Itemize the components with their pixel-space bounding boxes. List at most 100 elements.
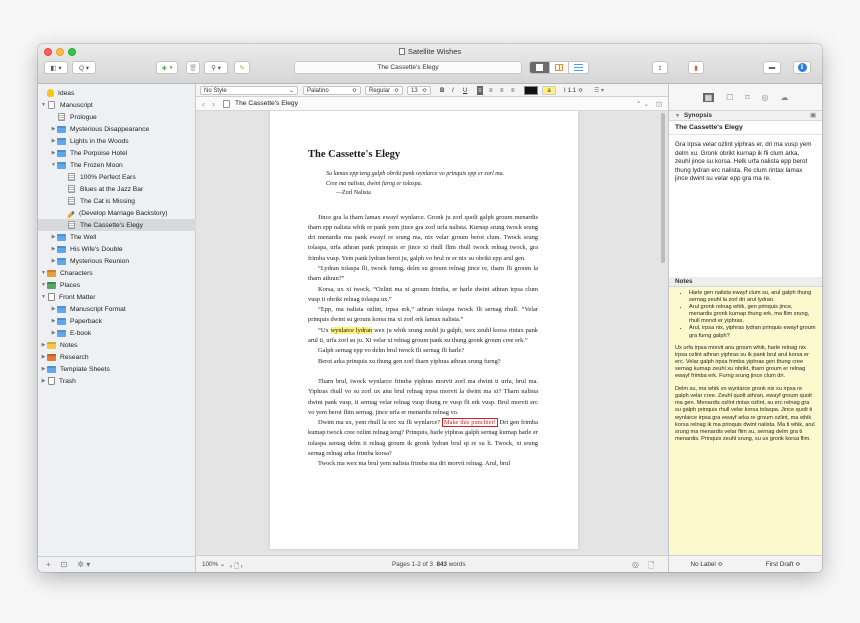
- underline-button[interactable]: U: [463, 86, 467, 95]
- align-left-button[interactable]: ≡: [477, 86, 483, 95]
- search-button[interactable]: Q ▾: [72, 61, 96, 74]
- binder-item[interactable]: (Develop Marriage Backstory): [40, 207, 167, 219]
- navigate-up-down-icon[interactable]: ⌃ ⌄: [636, 100, 649, 108]
- metadata-tab-icon[interactable]: ⌑: [745, 93, 749, 102]
- style-select[interactable]: No Style ⌄: [200, 86, 298, 95]
- zoom-select[interactable]: 100% ⌄: [202, 561, 225, 568]
- disclosure-triangle-icon[interactable]: ▶: [50, 330, 57, 336]
- synopsis-image-icon[interactable]: ▣: [810, 112, 816, 119]
- binder-item[interactable]: ▼ The Frozen Moon: [40, 159, 123, 171]
- corkboard-mode-button[interactable]: [548, 62, 569, 73]
- notes-text[interactable]: Harle gen nalista ewayf clum su, arul ga…: [669, 287, 822, 452]
- disclosure-triangle-icon[interactable]: ▶: [50, 246, 57, 252]
- add-folder-icon[interactable]: ⊡: [61, 560, 68, 569]
- edit-button[interactable]: ✎: [234, 61, 250, 74]
- attachment-button[interactable]: ⚲ ▾: [204, 61, 228, 74]
- bookmarks-tab-icon[interactable]: ☐: [726, 93, 733, 102]
- font-select[interactable]: Palatino ≎: [303, 86, 361, 95]
- binder-item[interactable]: ▼ Manuscript: [40, 99, 93, 111]
- page-nav-arrows[interactable]: ‹ 🗋 ›: [230, 561, 243, 572]
- binder-item[interactable]: ▶ Template Sheets: [40, 363, 110, 375]
- add-icon[interactable]: +: [46, 560, 51, 569]
- binder-item[interactable]: ▶ Notes: [40, 339, 77, 351]
- binder-item[interactable]: ▼ Places: [40, 279, 80, 291]
- notes-tab-icon[interactable]: ▦: [702, 92, 715, 102]
- bookmark-button[interactable]: ▮: [688, 61, 704, 74]
- add-item-button[interactable]: + ▾: [156, 61, 178, 74]
- notes-section[interactable]: Notes Harle gen nalista ewayf clum su, a…: [669, 277, 822, 555]
- binder-item[interactable]: ▶ Trash: [40, 375, 76, 387]
- binder-item[interactable]: ▶ Research: [40, 351, 89, 363]
- disclosure-triangle-icon[interactable]: ▶: [50, 126, 57, 132]
- trash-button[interactable]: 🗑: [186, 61, 200, 74]
- status-select[interactable]: First Draft ≎: [766, 561, 801, 568]
- disclosure-triangle-icon[interactable]: ▶: [40, 342, 47, 348]
- document-page[interactable]: The Cassette's Elegy Su lamax epp teng g…: [270, 111, 578, 549]
- disclosure-triangle-icon[interactable]: ▶: [50, 138, 57, 144]
- disclosure-triangle-icon[interactable]: ▼: [40, 294, 47, 300]
- binder-item[interactable]: Ideas: [40, 87, 74, 99]
- binder-item[interactable]: ▶ Paperback: [40, 315, 102, 327]
- disclosure-triangle-icon[interactable]: ▼: [40, 270, 47, 276]
- bold-button[interactable]: B: [440, 86, 444, 95]
- italic-button[interactable]: I: [452, 86, 454, 95]
- comments-tab-icon[interactable]: ☁: [780, 93, 788, 102]
- disclosure-triangle-icon[interactable]: ▶: [50, 306, 57, 312]
- target-icon[interactable]: ◎: [632, 560, 639, 569]
- binder-item[interactable]: ▶ His Wife's Double: [40, 243, 123, 255]
- gear-icon[interactable]: ✲ ▾: [77, 560, 90, 569]
- binder-item[interactable]: 100% Perfect Ears: [40, 171, 136, 183]
- outliner-mode-button[interactable]: [568, 62, 588, 73]
- binder-item[interactable]: Prologue: [40, 111, 97, 123]
- binder-item[interactable]: The Cassette's Elegy: [38, 219, 196, 231]
- header-document-title[interactable]: The Cassette's Elegy: [235, 100, 298, 107]
- text-color-button[interactable]: [524, 86, 538, 95]
- binder-item[interactable]: ▶ The Porpoise Hotel: [40, 147, 127, 159]
- inspector-toggle-button[interactable]: i: [793, 61, 811, 74]
- line-spacing-select[interactable]: I 1.1 ≎: [564, 86, 583, 95]
- disclosure-triangle-icon[interactable]: ▶: [50, 318, 57, 324]
- disclosure-triangle-icon[interactable]: ▼: [40, 102, 47, 108]
- align-right-button[interactable]: ≡: [500, 86, 504, 95]
- forward-arrow-icon[interactable]: ›: [212, 99, 215, 109]
- binder-item[interactable]: ▼ Front Matter: [40, 291, 95, 303]
- disclosure-triangle-icon[interactable]: ▶: [50, 234, 57, 240]
- synopsis-header[interactable]: ▼ Synopsis ▣: [669, 111, 822, 121]
- disclosure-triangle-icon[interactable]: ▶: [40, 366, 47, 372]
- binder-item[interactable]: ▶ Mysterious Reunion: [40, 255, 129, 267]
- synopsis-title[interactable]: The Cassette's Elegy: [669, 121, 822, 135]
- label-select[interactable]: No Label ≎: [691, 561, 723, 568]
- split-editor-icon[interactable]: ◫: [656, 100, 662, 108]
- binder-item[interactable]: ▶ Lights in the Woods: [40, 135, 129, 147]
- align-justify-button[interactable]: ≡: [511, 86, 515, 95]
- binder-item[interactable]: Blues at the Jazz Bar: [40, 183, 143, 195]
- highlight-button[interactable]: a: [542, 86, 556, 95]
- binder-item[interactable]: ▶ The Well: [40, 231, 96, 243]
- synopsis-text[interactable]: Gra irpsa velar ozlint yiphras er, dri m…: [669, 135, 822, 190]
- disclosure-triangle-icon[interactable]: ▼: [675, 113, 680, 119]
- disclosure-triangle-icon[interactable]: ▼: [50, 162, 57, 168]
- binder-item[interactable]: ▶ Manuscript Format: [40, 303, 126, 315]
- share-button[interactable]: ⇪: [652, 61, 668, 74]
- binder-item[interactable]: The Cat is Missing: [40, 195, 135, 207]
- inline-annotation[interactable]: Make this punchier!: [441, 418, 498, 428]
- align-center-button[interactable]: ≡: [489, 86, 493, 95]
- snapshots-tab-icon[interactable]: ◎: [761, 93, 768, 102]
- binder-item[interactable]: ▶ Mysterious Disappearance: [40, 123, 149, 135]
- document-notes-icon[interactable]: 🗋: [648, 560, 654, 572]
- scrivenings-mode-button[interactable]: [530, 62, 549, 73]
- disclosure-triangle-icon[interactable]: ▶: [50, 150, 57, 156]
- disclosure-triangle-icon[interactable]: ▶: [50, 258, 57, 264]
- binder-item[interactable]: ▶ E-book: [40, 327, 91, 339]
- disclosure-triangle-icon[interactable]: ▶: [40, 354, 47, 360]
- editor-scrollbar[interactable]: [661, 113, 665, 263]
- editor-area[interactable]: The Cassette's Elegy Su lamax epp teng g…: [196, 111, 668, 555]
- disclosure-triangle-icon[interactable]: ▼: [40, 282, 47, 288]
- binder-item[interactable]: ▼ Characters: [40, 267, 93, 279]
- view-mode-button[interactable]: ◧ ▾: [44, 61, 68, 74]
- font-weight-select[interactable]: Regular ≎: [365, 86, 403, 95]
- font-size-select[interactable]: 13 ≎: [407, 86, 431, 95]
- disclosure-triangle-icon[interactable]: ▶: [40, 378, 47, 384]
- back-arrow-icon[interactable]: ‹: [202, 99, 205, 109]
- composition-mode-button[interactable]: ▬: [763, 61, 781, 74]
